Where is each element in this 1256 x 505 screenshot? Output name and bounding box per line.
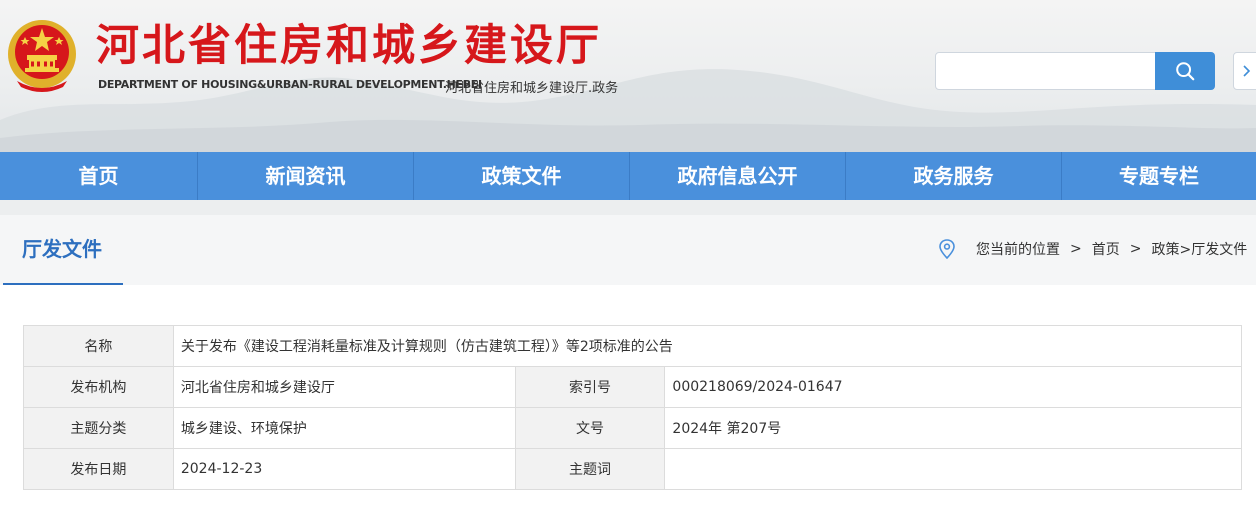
chevron-right-icon xyxy=(1243,65,1251,77)
index-label: 索引号 xyxy=(514,366,666,408)
nav-item-policy[interactable]: 政策文件 xyxy=(414,152,630,200)
breadcrumb-current-link[interactable]: 政策>厅发文件 xyxy=(1151,239,1247,259)
site-subtitle-en: DEPARTMENT OF HOUSING&URBAN-RURAL DEVELO… xyxy=(98,78,482,91)
nav-item-news[interactable]: 新闻资讯 xyxy=(198,152,414,200)
docno-value: 2024年 第207号 xyxy=(664,407,1242,449)
index-value: 000218069/2024-01647 xyxy=(664,366,1242,408)
breadcrumb-separator: > xyxy=(1070,241,1082,257)
national-emblem-icon xyxy=(8,20,76,92)
section-title-underline xyxy=(3,283,123,285)
main-nav: 首页 新闻资讯 政策文件 政府信息公开 政务服务 专题专栏 xyxy=(0,152,1256,200)
section-header: 厅发文件 您当前的位置 > 首页 > 政策>厅发文件 xyxy=(0,215,1256,285)
nav-shadow-strip xyxy=(0,200,1256,215)
table-row: 发布日期 2024-12-23 主题词 xyxy=(23,448,1242,490)
search-button[interactable] xyxy=(1155,52,1215,90)
section-title: 厅发文件 xyxy=(22,237,102,261)
site-title: 河北省住房和城乡建设厅 xyxy=(96,21,602,71)
nav-item-topics[interactable]: 专题专栏 xyxy=(1062,152,1256,200)
date-label: 发布日期 xyxy=(23,448,174,490)
nav-item-gov-service[interactable]: 政务服务 xyxy=(846,152,1062,200)
breadcrumb: 您当前的位置 > 首页 > 政策>厅发文件 xyxy=(938,239,1247,259)
breadcrumb-separator: > xyxy=(1129,241,1142,257)
table-row: 发布机构 河北省住房和城乡建设厅 索引号 000218069/2024-0164… xyxy=(23,366,1242,408)
docno-label: 文号 xyxy=(514,407,666,449)
table-row: 主题分类 城乡建设、环境保护 文号 2024年 第207号 xyxy=(23,407,1242,449)
document-info-table: 名称 关于发布《建设工程消耗量标准及计算规则（仿古建筑工程）》等2项标准的公告 … xyxy=(23,325,1243,490)
keyword-value xyxy=(664,448,1242,490)
org-label: 发布机构 xyxy=(23,366,174,408)
table-row: 名称 关于发布《建设工程消耗量标准及计算规则（仿古建筑工程）》等2项标准的公告 xyxy=(23,325,1243,367)
location-pin-icon xyxy=(939,239,955,259)
org-value: 河北省住房和城乡建设厅 xyxy=(172,366,516,408)
breadcrumb-home-link[interactable]: 首页 xyxy=(1092,239,1120,259)
topic-value: 城乡建设、环境保护 xyxy=(172,407,516,449)
nav-item-home[interactable]: 首页 xyxy=(0,152,198,200)
site-header: 河北省住房和城乡建设厅 DEPARTMENT OF HOUSING&URBAN-… xyxy=(0,0,1256,152)
side-search-box[interactable] xyxy=(1233,52,1256,90)
site-domain-label: 河北省住房和城乡建设厅.政务 xyxy=(445,81,619,96)
search-input[interactable] xyxy=(935,52,1157,90)
name-label: 名称 xyxy=(23,325,174,367)
name-value: 关于发布《建设工程消耗量标准及计算规则（仿古建筑工程）》等2项标准的公告 xyxy=(172,325,1243,367)
date-value: 2024-12-23 xyxy=(172,448,516,490)
nav-item-gov-info[interactable]: 政府信息公开 xyxy=(630,152,846,200)
topic-label: 主题分类 xyxy=(23,407,174,449)
keyword-label: 主题词 xyxy=(514,448,666,490)
search-icon xyxy=(1176,62,1195,81)
breadcrumb-prefix: 您当前的位置 xyxy=(976,242,1060,258)
